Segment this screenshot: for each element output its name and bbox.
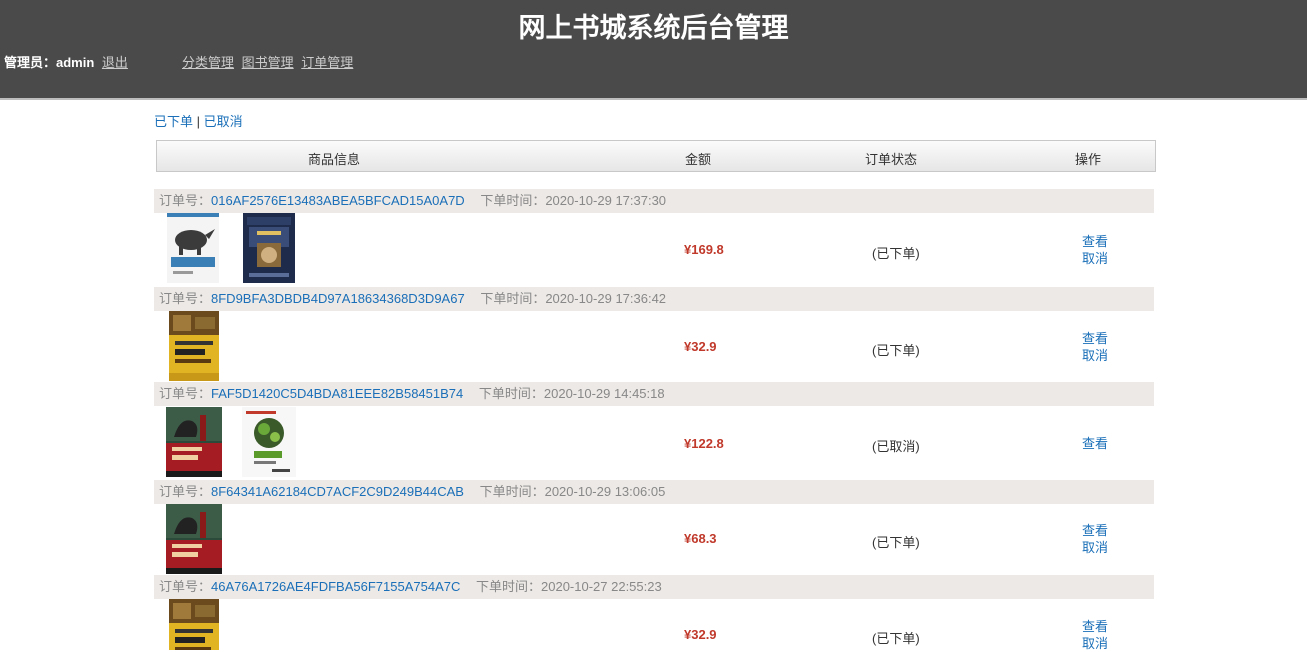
- order-time-label: 下单时间：: [480, 193, 546, 208]
- order-status: (已取消): [872, 439, 920, 454]
- order-status: (已下单): [872, 343, 920, 358]
- order-time: 2020-10-29 13:06:05: [544, 484, 666, 499]
- javascript-advanced-red-cover[interactable]: [166, 504, 222, 574]
- view-order-link[interactable]: 查看: [1082, 233, 1108, 250]
- order-amount: ¥169.8: [684, 242, 724, 257]
- order-time: 2020-10-27 22:55:23: [541, 579, 662, 594]
- view-order-link[interactable]: 查看: [1082, 522, 1108, 539]
- java-thinking-cover[interactable]: [243, 213, 295, 283]
- order-amount: ¥32.9: [684, 627, 717, 642]
- order-status: (已下单): [872, 246, 920, 261]
- order-body: ¥32.9 (已下单) 查看 取消: [154, 599, 1154, 652]
- html-css-yellow-cover[interactable]: [169, 599, 219, 650]
- order-row: 订单号：016AF2576E13483ABEA5BFCAD15A0A7D 下单时…: [154, 189, 1154, 287]
- order-ops: 查看 取消: [1082, 522, 1108, 556]
- html-css-yellow-cover[interactable]: [169, 311, 219, 381]
- nav-order-manage[interactable]: 订单管理: [301, 55, 353, 70]
- order-row: 订单号：FAF5D1420C5D4BDA81EEE82B58451B74 下单时…: [154, 382, 1154, 480]
- nav-book-manage[interactable]: 图书管理: [242, 55, 294, 70]
- order-no-label: 订单号：: [159, 484, 212, 499]
- order-ops: 查看 取消: [1082, 618, 1108, 652]
- order-amount: ¥32.9: [684, 339, 717, 354]
- order-number: 016AF2576E13483ABEA5BFCAD15A0A7D: [211, 193, 465, 208]
- order-no-label: 订单号：: [159, 291, 212, 306]
- order-header: 订单号：FAF5D1420C5D4BDA81EEE82B58451B74 下单时…: [154, 382, 1154, 406]
- order-row: 订单号：46A76A1726AE4FDFBA56F7155A754A7C 下单时…: [154, 575, 1154, 652]
- order-number: 46A76A1726AE4FDFBA56F7155A754A7C: [211, 579, 461, 594]
- admin-label: 管理员：admin: [4, 55, 95, 70]
- logout-link[interactable]: 退出: [102, 55, 128, 70]
- order-body: ¥32.9 (已下单) 查看 取消: [154, 311, 1154, 382]
- filter-placed-link[interactable]: 已下单: [154, 114, 193, 129]
- order-status: (已下单): [872, 631, 920, 646]
- order-amount: ¥68.3: [684, 531, 717, 546]
- admin-nav: 分类管理 图书管理 订单管理: [182, 52, 357, 71]
- view-order-link[interactable]: 查看: [1082, 618, 1108, 635]
- admin-info: 管理员：admin 退出: [4, 52, 128, 71]
- col-goods-info: 商品信息: [308, 152, 361, 167]
- javascript-rhino-cover[interactable]: [167, 213, 219, 283]
- order-time-label: 下单时间：: [475, 579, 541, 594]
- order-ops: 查看 取消: [1082, 233, 1108, 267]
- table-header: 商品信息 金额 订单状态 操作: [156, 140, 1156, 172]
- order-row: 订单号：8F64341A62184CD7ACF2C9D249B44CAB 下单时…: [154, 480, 1154, 575]
- order-time: 2020-10-29 14:45:18: [543, 386, 665, 401]
- order-row: 订单号：8FD9BFA3DBDB4D97A18634368D3D9A67 下单时…: [154, 287, 1154, 382]
- order-amount: ¥122.8: [684, 436, 724, 451]
- col-operations: 操作: [1075, 152, 1102, 167]
- filter-separator: |: [193, 114, 204, 129]
- view-order-link[interactable]: 查看: [1082, 330, 1108, 347]
- order-time-label: 下单时间：: [479, 484, 545, 499]
- cancel-order-link[interactable]: 取消: [1082, 635, 1108, 652]
- view-order-link[interactable]: 查看: [1082, 435, 1108, 452]
- order-header: 订单号：8F64341A62184CD7ACF2C9D249B44CAB 下单时…: [154, 480, 1154, 504]
- order-time: 2020-10-29 17:36:42: [545, 291, 667, 306]
- nav-category-manage[interactable]: 分类管理: [182, 55, 234, 70]
- cancel-order-link[interactable]: 取消: [1082, 347, 1108, 364]
- order-body: ¥122.8 (已取消) 查看: [154, 406, 1154, 480]
- order-body: ¥169.8 (已下单) 查看 取消: [154, 213, 1154, 287]
- javascript-advanced-red-cover[interactable]: [166, 407, 222, 477]
- order-ops: 查看: [1082, 435, 1108, 452]
- filter-cancelled-link[interactable]: 已取消: [204, 114, 243, 129]
- col-order-status: 订单状态: [865, 152, 918, 167]
- header-bar: 网上书城系统后台管理 管理员：admin 退出 分类管理 图书管理 订单管理: [0, 0, 1307, 100]
- order-time-label: 下单时间：: [478, 386, 544, 401]
- order-filter: 已下单 | 已取消: [154, 111, 243, 130]
- nodejs-white-cover[interactable]: [242, 407, 296, 477]
- order-no-label: 订单号：: [159, 193, 212, 208]
- order-header: 订单号：46A76A1726AE4FDFBA56F7155A754A7C 下单时…: [154, 575, 1154, 599]
- order-time-label: 下单时间：: [480, 291, 546, 306]
- cancel-order-link[interactable]: 取消: [1082, 250, 1108, 267]
- site-title: 网上书城系统后台管理: [518, 13, 789, 43]
- order-number: FAF5D1420C5D4BDA81EEE82B58451B74: [211, 386, 464, 401]
- cancel-order-link[interactable]: 取消: [1082, 539, 1108, 556]
- col-amount: 金额: [685, 152, 712, 167]
- order-time: 2020-10-29 17:37:30: [545, 193, 667, 208]
- order-no-label: 订单号：: [159, 386, 212, 401]
- order-body: ¥68.3 (已下单) 查看 取消: [154, 504, 1154, 575]
- order-number: 8F64341A62184CD7ACF2C9D249B44CAB: [211, 484, 464, 499]
- order-no-label: 订单号：: [159, 579, 212, 594]
- order-header: 订单号：016AF2576E13483ABEA5BFCAD15A0A7D 下单时…: [154, 189, 1154, 213]
- order-number: 8FD9BFA3DBDB4D97A18634368D3D9A67: [211, 291, 465, 306]
- order-status: (已下单): [872, 535, 920, 550]
- order-ops: 查看 取消: [1082, 330, 1108, 364]
- order-header: 订单号：8FD9BFA3DBDB4D97A18634368D3D9A67 下单时…: [154, 287, 1154, 311]
